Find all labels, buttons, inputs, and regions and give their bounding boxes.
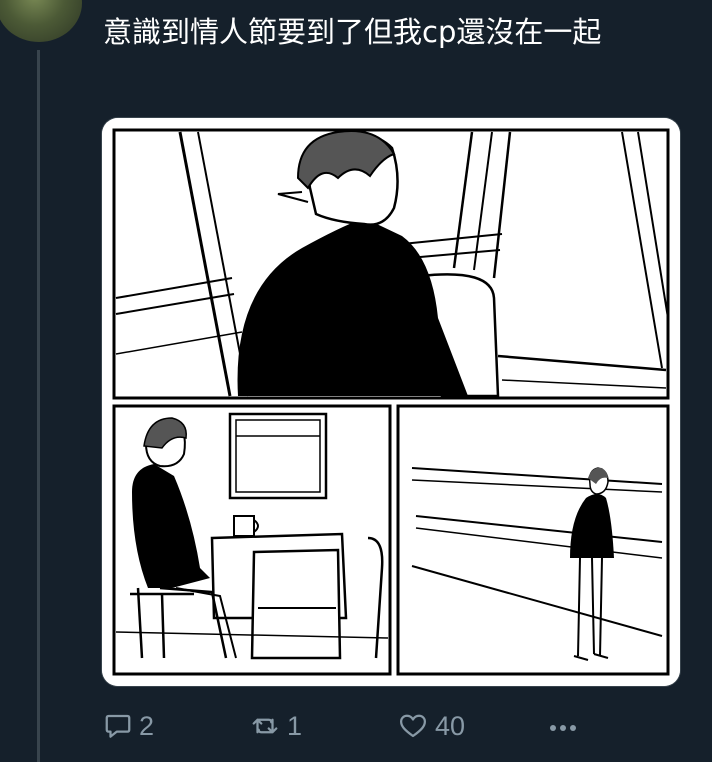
more-button[interactable] xyxy=(545,706,581,746)
reply-count: 2 xyxy=(139,710,155,741)
tweet-text: 意識到情人節要到了但我cp還沒在一起 xyxy=(103,15,602,49)
reply-icon xyxy=(103,711,133,741)
thread-line xyxy=(37,50,40,762)
panel-bottom-left xyxy=(112,404,392,676)
retweet-count: 1 xyxy=(287,710,303,741)
avatar[interactable] xyxy=(0,0,82,42)
retweet-button[interactable]: 1 xyxy=(249,706,302,746)
manga-comic xyxy=(102,118,680,686)
tweet-actions: 2 1 40 xyxy=(103,706,623,746)
panel-top xyxy=(112,128,670,400)
reply-button[interactable]: 2 xyxy=(103,706,154,746)
retweet-icon xyxy=(249,711,281,741)
like-count: 40 xyxy=(435,710,466,741)
panel-bottom-right xyxy=(396,404,670,676)
tweet-media-image[interactable] xyxy=(102,118,680,686)
like-button[interactable]: 40 xyxy=(397,706,465,746)
heart-icon xyxy=(397,711,429,741)
more-icon xyxy=(545,711,581,741)
